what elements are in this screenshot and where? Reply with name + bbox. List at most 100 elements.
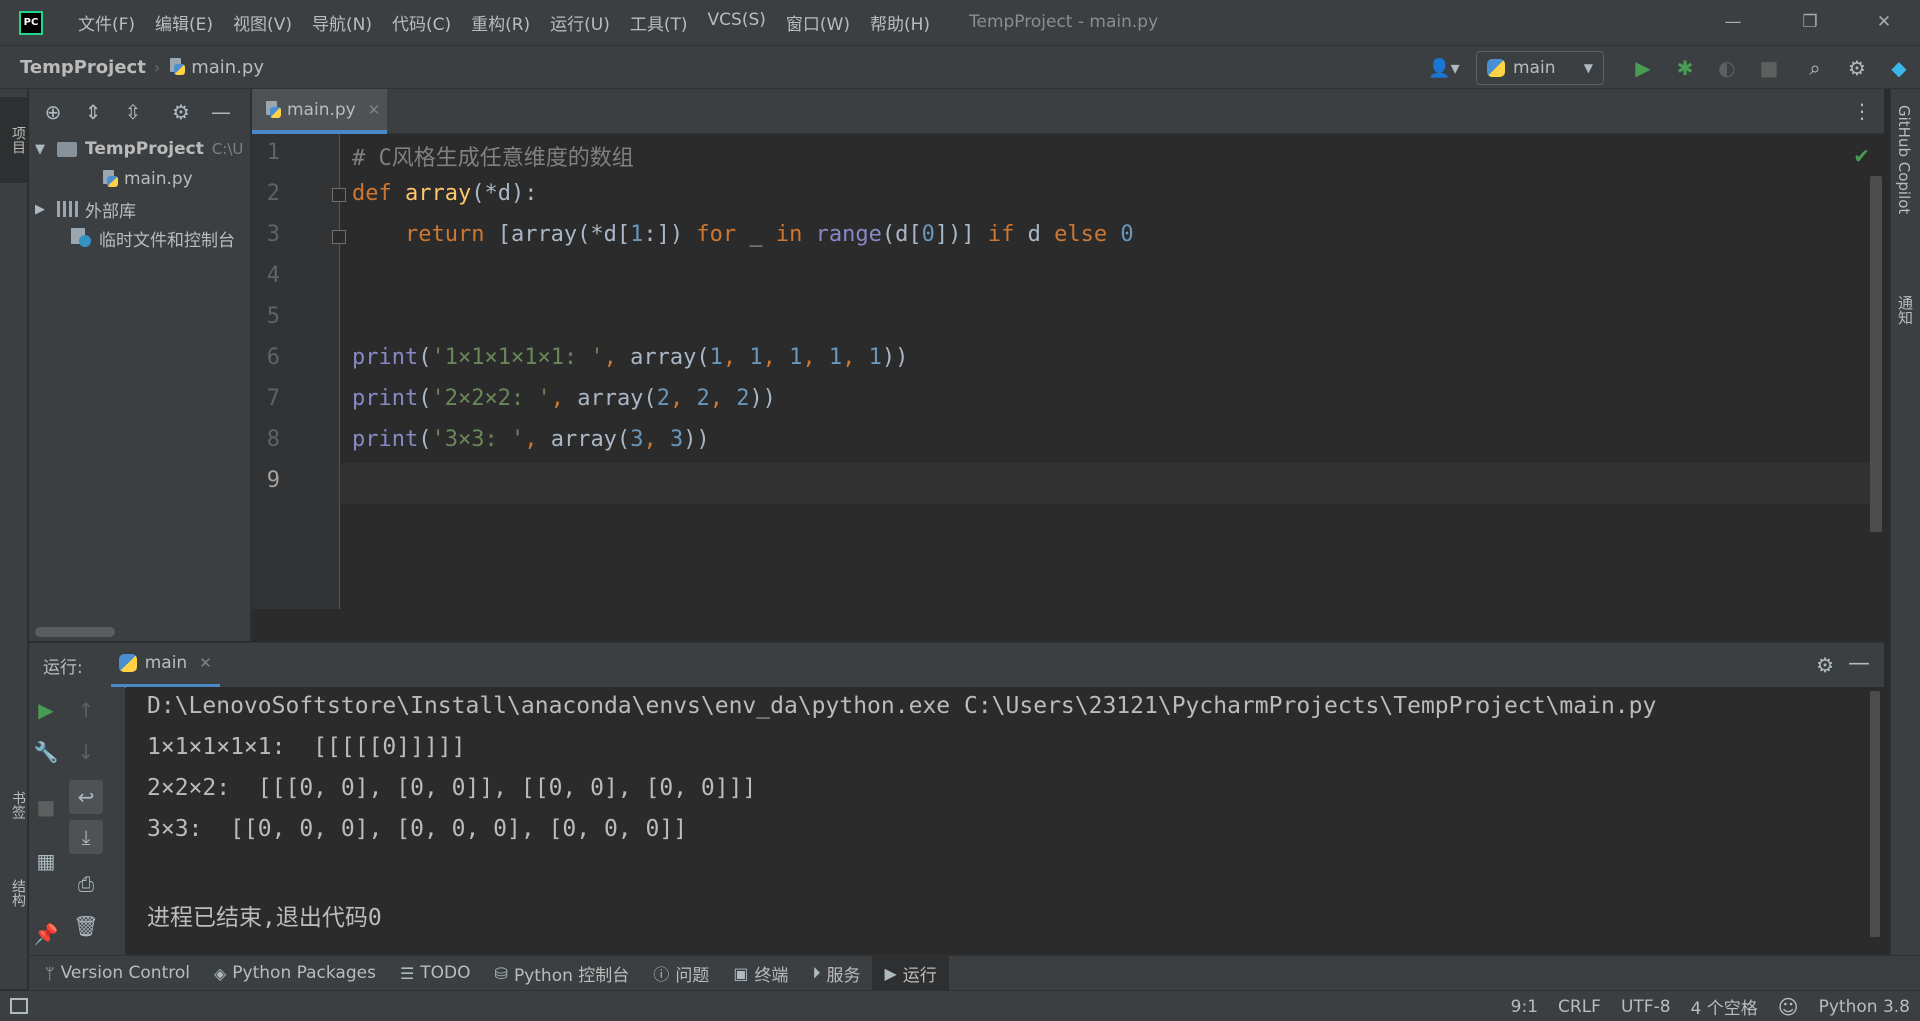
python-icon xyxy=(118,654,137,672)
tree-item-external-libraries[interactable]: ▶ 外部库 xyxy=(29,194,251,224)
pin-icon[interactable]: 📌 xyxy=(29,917,63,951)
print-icon[interactable]: ⎙ xyxy=(69,867,103,901)
close-tab-icon[interactable]: ✕ xyxy=(199,654,212,672)
breadcrumb-project[interactable]: TempProject xyxy=(20,57,146,78)
user-icon[interactable]: 👤▾ xyxy=(1422,58,1466,79)
coverage-icon[interactable]: ◐ xyxy=(1706,56,1748,80)
code-editor[interactable]: 1 2 3 4 5 6 7 8 9 # C风格生成任意维度的数组 def arr… xyxy=(252,134,1884,641)
services-tool-button[interactable]: ⏵ 服务 xyxy=(800,956,872,991)
tool-label: 运行 xyxy=(902,965,937,986)
scroll-to-end-icon[interactable]: ⤓ xyxy=(69,820,103,854)
horizontal-scrollbar[interactable] xyxy=(35,627,115,637)
code-line-8: print('3×3: ', array(3, 3)) xyxy=(352,427,710,452)
file-encoding[interactable]: UTF-8 xyxy=(1621,997,1671,1017)
vertical-scrollbar[interactable] xyxy=(1870,176,1882,532)
python-interpreter[interactable]: Python 3.8 xyxy=(1819,997,1910,1017)
trash-icon[interactable]: 🗑 xyxy=(69,909,103,943)
github-copilot-tool-button[interactable]: GitHub Copilot xyxy=(1895,105,1913,214)
menu-vcs[interactable]: VCS(S) xyxy=(698,10,776,35)
menu-view[interactable]: 视图(V) xyxy=(223,10,302,35)
terminal-tool-button[interactable]: ▣ 终端 xyxy=(721,956,800,991)
editor-gutter: 1 2 3 4 5 6 7 8 9 xyxy=(252,134,346,609)
structure-tool-button[interactable]: 结构 xyxy=(0,879,28,907)
hide-panel-icon[interactable]: — xyxy=(201,100,241,124)
menu-help[interactable]: 帮助(H) xyxy=(860,10,940,35)
more-options-icon[interactable]: ⋮ xyxy=(1852,99,1872,123)
run-tab-main[interactable]: main ✕ xyxy=(110,643,220,688)
run-tool-button[interactable]: ▶ 运行 xyxy=(872,955,949,991)
collapse-all-icon[interactable]: ⇳ xyxy=(113,100,153,124)
run-console[interactable]: D:\LenovoSoftstore\Install\anaconda\envs… xyxy=(126,687,1884,955)
project-tool-button[interactable]: 项目 xyxy=(0,97,28,183)
debug-icon[interactable]: ✱ xyxy=(1664,56,1706,80)
stop-icon[interactable]: ■ xyxy=(29,790,63,824)
locate-file-icon[interactable]: ⊕ xyxy=(33,100,73,124)
bookmarks-tool-button[interactable]: 书签 xyxy=(0,791,28,819)
version-control-tool-button[interactable]: ᛘ Version Control xyxy=(33,956,202,991)
run-icon[interactable]: ▶ xyxy=(1622,56,1664,80)
menu-edit[interactable]: 编辑(E) xyxy=(145,10,223,35)
line-separator[interactable]: CRLF xyxy=(1558,997,1601,1017)
chevron-right-icon[interactable]: ▶ xyxy=(35,202,57,217)
arrow-up-icon[interactable]: ↑ xyxy=(69,693,103,727)
python-console-tool-button[interactable]: ⛁ Python 控制台 xyxy=(483,956,642,991)
menu-run[interactable]: 运行(U) xyxy=(540,10,620,35)
todo-tool-button[interactable]: ☰ TODO xyxy=(388,956,483,991)
close-tab-icon[interactable]: ✕ xyxy=(368,101,381,119)
menu-navigate[interactable]: 导航(N) xyxy=(302,10,382,35)
rerun-icon[interactable]: ▶ xyxy=(29,693,63,727)
search-icon[interactable]: ⌕ xyxy=(1794,56,1836,80)
run-configuration-select[interactable]: main ▼ xyxy=(1476,51,1604,85)
arrow-down-icon[interactable]: ↓ xyxy=(69,735,103,769)
tree-item-main-py[interactable]: main.py xyxy=(29,164,251,194)
tree-item-scratches[interactable]: 临时文件和控制台 xyxy=(29,223,251,253)
inspection-ok-icon[interactable]: ✔ xyxy=(1853,144,1870,168)
breadcrumb-file[interactable]: main.py xyxy=(191,57,264,78)
minimize-button[interactable]: — xyxy=(1718,8,1748,36)
tool-label: 服务 xyxy=(826,965,861,986)
layout-icon[interactable]: ▦ xyxy=(29,844,63,878)
copilot-status-icon[interactable]: ☺ xyxy=(1778,995,1799,1019)
expand-all-icon[interactable]: ⇕ xyxy=(73,100,113,124)
menu-file[interactable]: 文件(F) xyxy=(68,10,145,35)
line-number: 4 xyxy=(266,263,280,288)
line-number: 9 xyxy=(266,468,280,493)
close-window-button[interactable]: ✕ xyxy=(1869,8,1899,36)
line-number: 6 xyxy=(266,345,280,370)
scratches-icon xyxy=(71,228,93,248)
indent-setting[interactable]: 4 个空格 xyxy=(1691,994,1758,1019)
vertical-scrollbar[interactable] xyxy=(1870,691,1880,937)
gear-icon[interactable]: ⚙ xyxy=(1816,653,1834,677)
toolbox-icon[interactable]: ◆ xyxy=(1878,56,1920,80)
run-tool-header: 运行: main ✕ ⚙ — xyxy=(29,642,1884,688)
line-number: 5 xyxy=(266,304,280,329)
menu-refactor[interactable]: 重构(R) xyxy=(461,10,540,35)
chevron-down-icon[interactable]: ▼ xyxy=(35,142,57,157)
fold-marker-icon[interactable] xyxy=(332,230,346,244)
tab-main-py[interactable]: main.py ✕ xyxy=(252,89,387,134)
tool-windows-toggle-icon[interactable] xyxy=(10,998,28,1014)
fold-marker-icon[interactable] xyxy=(332,188,346,202)
stop-icon[interactable]: ■ xyxy=(1748,56,1790,80)
info-icon: ⓘ xyxy=(653,965,670,984)
menu-window[interactable]: 窗口(W) xyxy=(776,10,860,35)
problems-tool-button[interactable]: ⓘ 问题 xyxy=(641,956,721,991)
menu-code[interactable]: 代码(C) xyxy=(382,10,461,35)
gear-icon[interactable]: ⚙ xyxy=(161,100,201,124)
restore-button[interactable]: ❐ xyxy=(1795,8,1825,36)
tool-label: 问题 xyxy=(675,965,710,986)
tree-item-project-root[interactable]: ▼ TempProject C:\U xyxy=(29,134,251,164)
soft-wrap-icon[interactable]: ↩ xyxy=(69,780,103,814)
python-icon: ⛁ xyxy=(494,963,508,983)
wrench-icon[interactable]: 🔧 xyxy=(29,735,63,769)
menu-tools[interactable]: 工具(T) xyxy=(620,10,698,35)
gear-icon[interactable]: ⚙ xyxy=(1836,56,1878,80)
notifications-tool-button[interactable]: 通知 xyxy=(1895,295,1916,325)
terminal-icon: ▣ xyxy=(733,963,749,983)
caret-position[interactable]: 9:1 xyxy=(1511,997,1538,1017)
hide-panel-icon[interactable]: — xyxy=(1848,651,1870,676)
tree-file-label: main.py xyxy=(124,169,193,189)
python-packages-tool-button[interactable]: ◈ Python Packages xyxy=(202,956,388,991)
right-tool-stripe: GitHub Copilot 通知 xyxy=(1890,89,1920,989)
code-line-7: print('2×2×2: ', array(2, 2, 2)) xyxy=(352,386,776,411)
